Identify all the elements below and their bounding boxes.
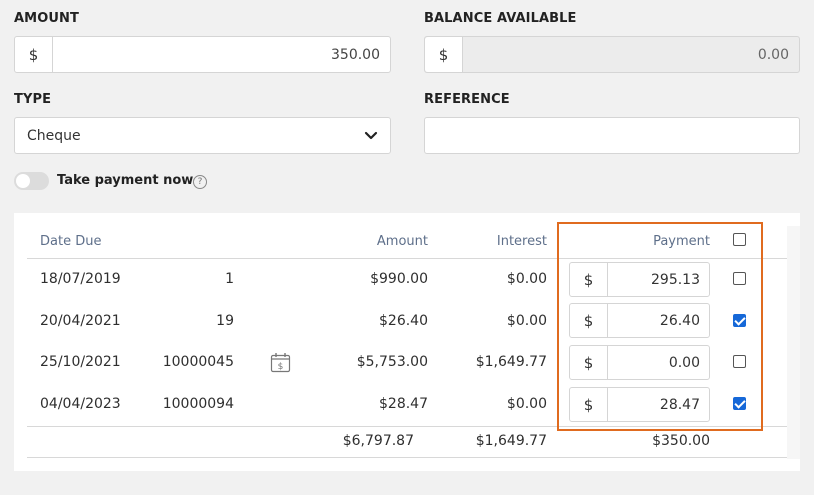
take-payment-label: Take payment now [57, 173, 194, 188]
row-ref: 10000094 [162, 396, 234, 412]
row-payment-field[interactable]: $ 0.00 [569, 345, 710, 380]
row-date: 25/10/2021 [40, 354, 121, 370]
chevron-down-icon [364, 131, 378, 139]
header-divider [27, 258, 787, 259]
balance-currency: $ [425, 37, 463, 72]
header-amount: Amount [376, 234, 428, 249]
total-payment: $350.00 [652, 433, 710, 449]
row-checkbox[interactable] [733, 314, 746, 327]
select-all-checkbox[interactable] [733, 233, 746, 246]
header-date-due: Date Due [40, 234, 102, 249]
row-amount: $990.00 [370, 271, 428, 287]
help-icon[interactable]: ? [193, 175, 207, 189]
header-interest: Interest [496, 234, 547, 249]
row-payment-currency: $ [570, 346, 608, 379]
amount-field[interactable]: $ 350.00 [14, 36, 391, 73]
type-select-value: Cheque [27, 127, 81, 144]
row-payment-currency: $ [570, 263, 608, 296]
row-date: 04/04/2023 [40, 396, 121, 412]
type-select[interactable]: Cheque [14, 117, 391, 154]
reference-label: REFERENCE [424, 92, 510, 107]
amount-label: AMOUNT [14, 11, 79, 26]
table-scrollbar[interactable] [787, 226, 800, 459]
total-amount: $6,797.87 [342, 433, 414, 449]
reference-value[interactable] [425, 118, 799, 153]
header-payment: Payment [653, 234, 710, 249]
svg-text:$: $ [278, 362, 284, 372]
balance-value: 0.00 [757, 46, 789, 63]
row-payment-field[interactable]: $ 28.47 [569, 387, 710, 422]
row-ref: 1 [225, 271, 234, 287]
row-date: 18/07/2019 [40, 271, 121, 287]
row-interest: $0.00 [506, 396, 547, 412]
totals-bottom-divider [27, 457, 787, 458]
take-payment-toggle[interactable] [14, 172, 49, 190]
row-payment-field[interactable]: $ 26.40 [569, 303, 710, 338]
row-payment-currency: $ [570, 304, 608, 337]
calendar-dollar-icon[interactable]: $ [270, 352, 291, 373]
row-checkbox[interactable] [733, 272, 746, 285]
amount-currency: $ [15, 37, 53, 72]
balance-label: BALANCE AVAILABLE [424, 11, 577, 26]
total-interest: $1,649.77 [475, 433, 547, 449]
row-payment-value[interactable]: 295.13 [608, 263, 709, 296]
reference-field[interactable] [424, 117, 800, 154]
row-date: 20/04/2021 [40, 313, 121, 329]
row-ref: 19 [216, 313, 234, 329]
row-payment-value[interactable]: 28.47 [608, 388, 709, 421]
row-amount: $26.40 [379, 313, 428, 329]
row-checkbox[interactable] [733, 397, 746, 410]
row-ref: 10000045 [162, 354, 234, 370]
row-payment-value[interactable]: 0.00 [608, 346, 709, 379]
row-interest: $1,649.77 [475, 354, 547, 370]
row-interest: $0.00 [506, 271, 547, 287]
balance-field: $ 0.00 [424, 36, 800, 73]
row-checkbox[interactable] [733, 355, 746, 368]
row-amount: $28.47 [379, 396, 428, 412]
row-amount: $5,753.00 [356, 354, 428, 370]
row-payment-field[interactable]: $ 295.13 [569, 262, 710, 297]
type-label: TYPE [14, 92, 52, 107]
row-payment-currency: $ [570, 388, 608, 421]
row-interest: $0.00 [506, 313, 547, 329]
totals-divider [27, 426, 787, 427]
amount-value[interactable]: 350.00 [53, 37, 390, 72]
row-payment-value[interactable]: 26.40 [608, 304, 709, 337]
